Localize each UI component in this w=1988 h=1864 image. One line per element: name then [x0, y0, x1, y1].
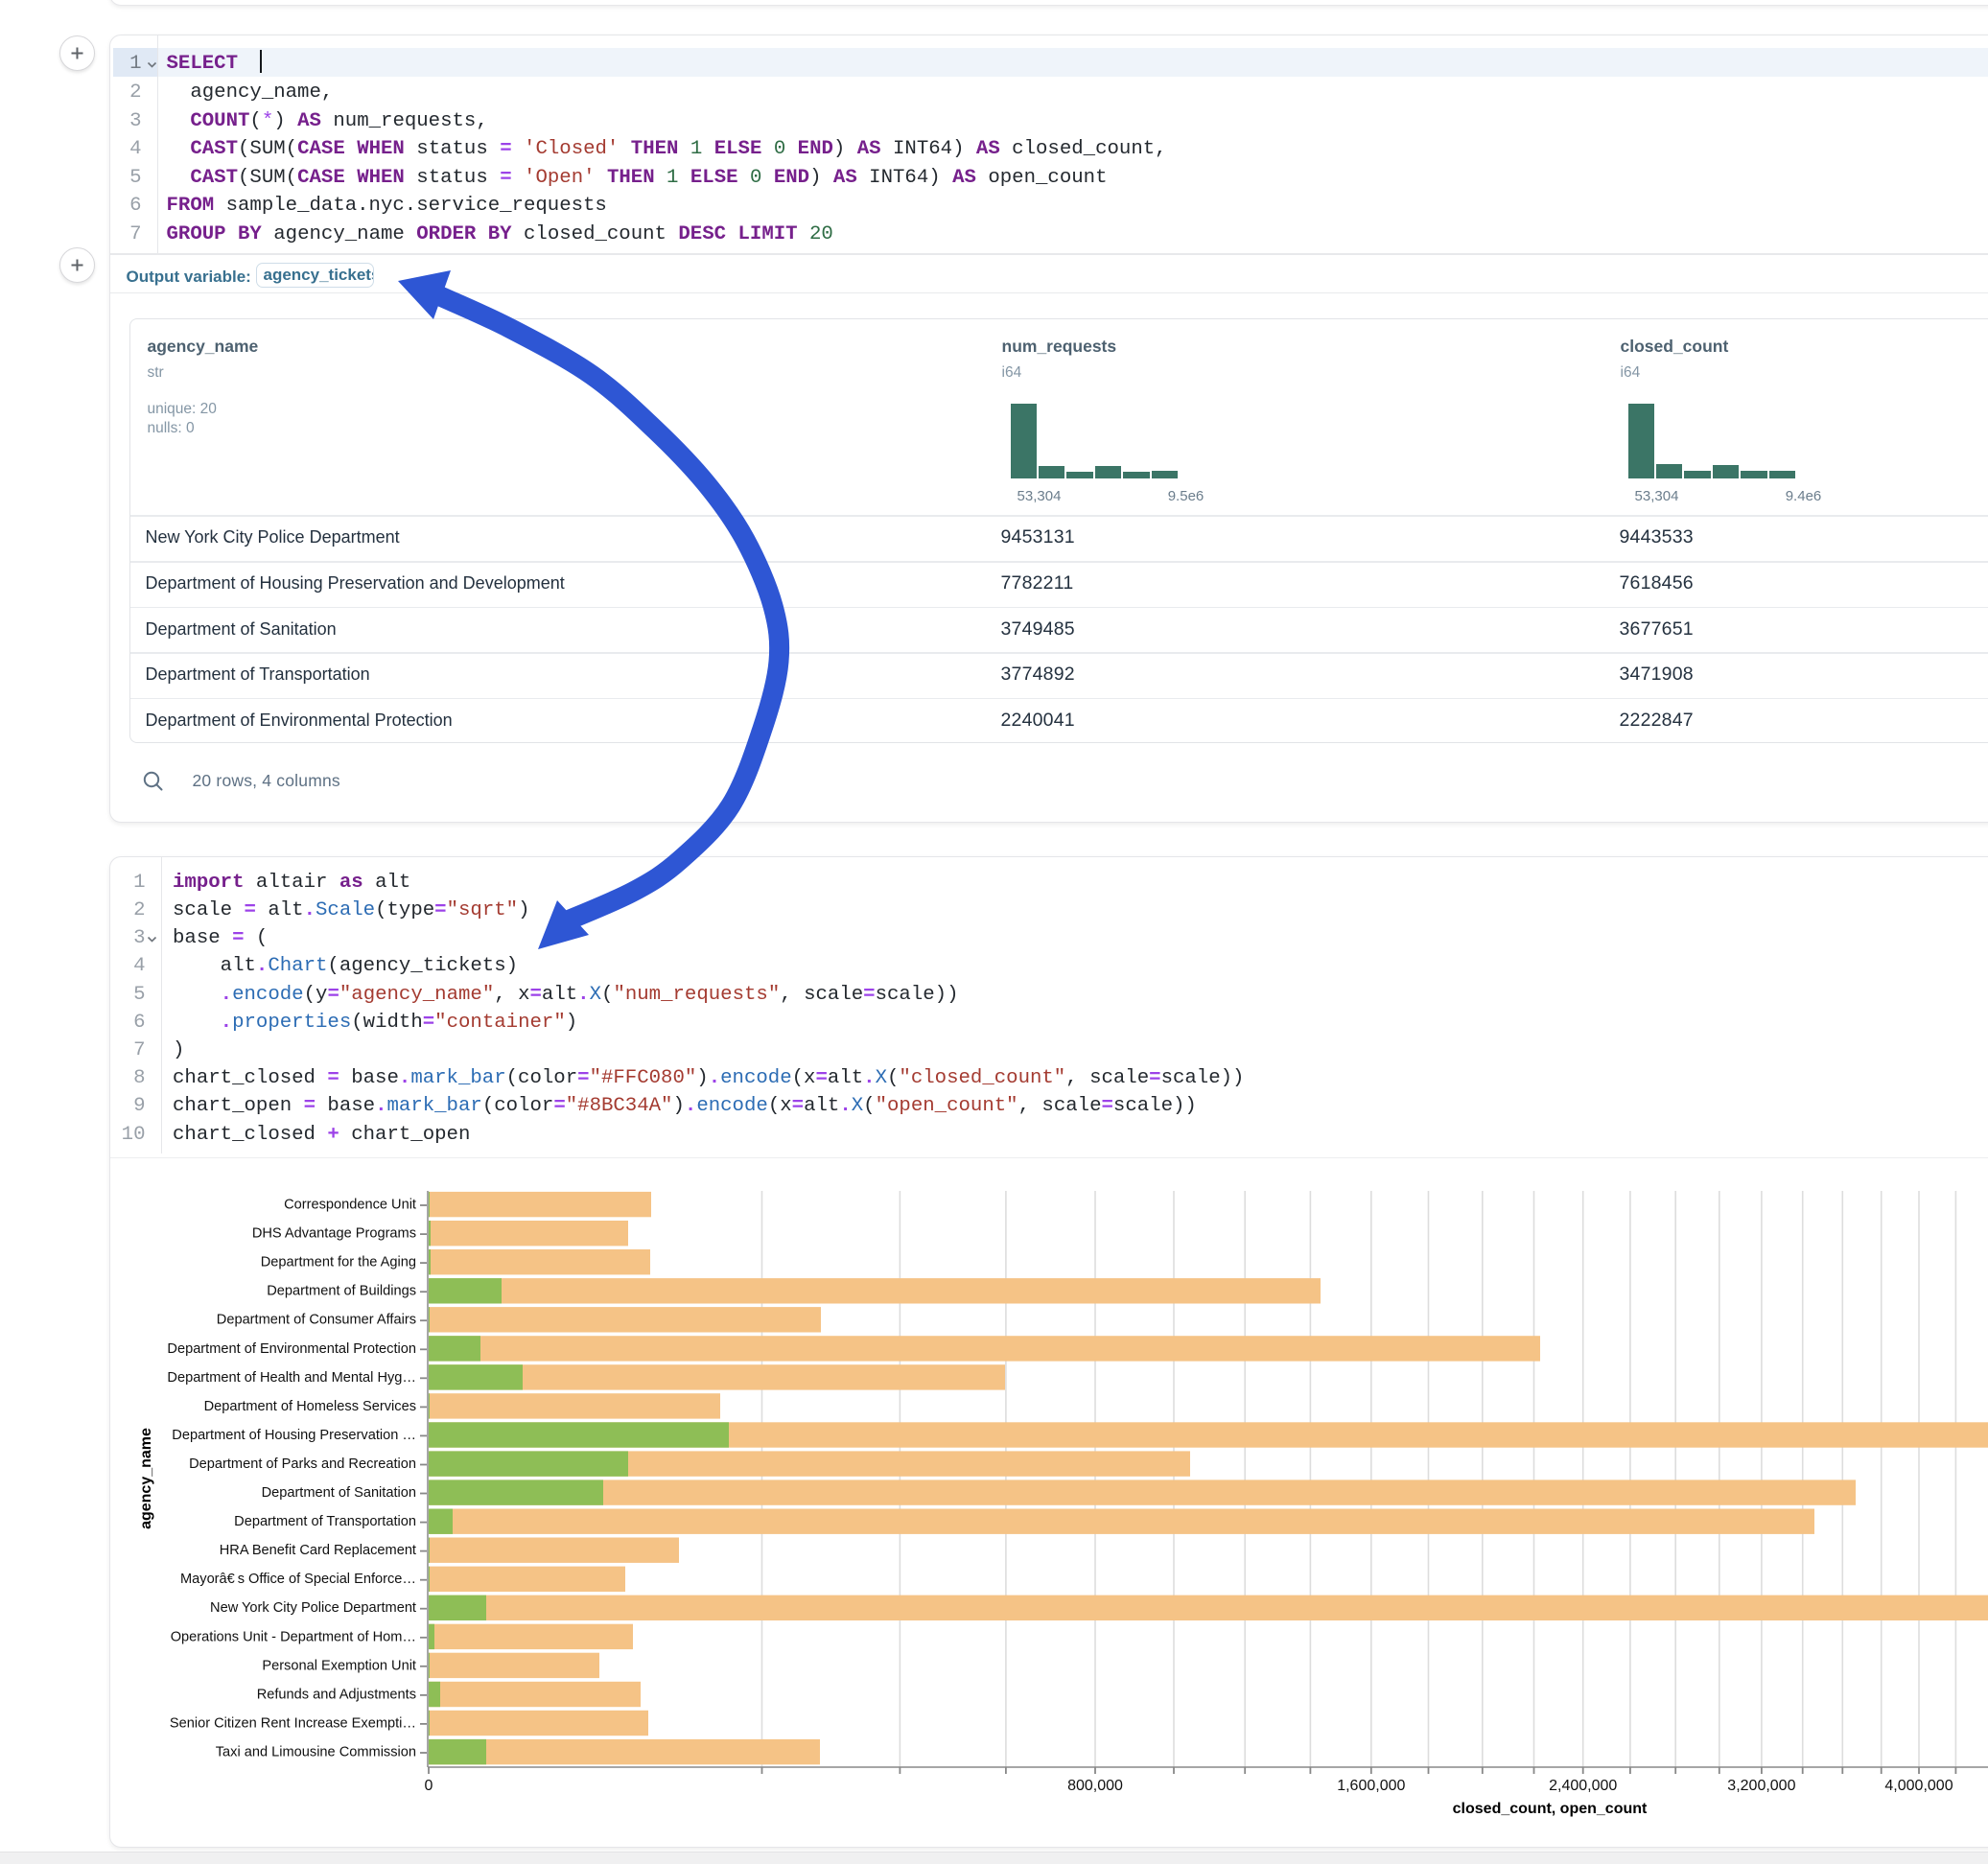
svg-text:Taxi and Limousine Commission: Taxi and Limousine Commission — [216, 1745, 416, 1760]
svg-text:Correspondence Unit: Correspondence Unit — [284, 1198, 416, 1213]
svg-text:Department of Buildings: Department of Buildings — [267, 1284, 416, 1299]
svg-text:agency_name: agency_name — [138, 1428, 154, 1529]
svg-text:Operations Unit - Department o: Operations Unit - Department of Hom… — [171, 1629, 416, 1644]
svg-text:Personal Exemption Unit: Personal Exemption Unit — [262, 1658, 416, 1673]
svg-text:Mayorâ€ s Office of Special En: Mayorâ€ s Office of Special Enforce… — [180, 1572, 416, 1587]
svg-text:New York City Police Departmen: New York City Police Department — [210, 1600, 416, 1616]
svg-text:Department for the Aging: Department for the Aging — [261, 1255, 416, 1270]
svg-text:Department of Homeless Service: Department of Homeless Services — [204, 1399, 416, 1414]
svg-text:Refunds and Adjustments: Refunds and Adjustments — [257, 1687, 416, 1702]
svg-text:Department of Environmental Pr: Department of Environmental Protection — [167, 1341, 416, 1357]
svg-text:Department of Parks and Recrea: Department of Parks and Recreation — [189, 1456, 416, 1472]
svg-text:4,000,000: 4,000,000 — [1884, 1778, 1953, 1794]
svg-text:Department of Housing Preserva: Department of Housing Preservation … — [172, 1428, 416, 1443]
svg-text:Department of Consumer Affairs: Department of Consumer Affairs — [217, 1313, 416, 1328]
svg-text:Department of Health and Menta: Department of Health and Mental Hyg… — [167, 1370, 416, 1386]
svg-text:0: 0 — [425, 1778, 433, 1794]
svg-text:DHS Advantage Programs: DHS Advantage Programs — [252, 1226, 416, 1242]
svg-text:1,600,000: 1,600,000 — [1337, 1778, 1405, 1794]
svg-text:3,200,000: 3,200,000 — [1727, 1778, 1795, 1794]
svg-text:Senior Citizen Rent Increase E: Senior Citizen Rent Increase Exempti… — [170, 1715, 416, 1731]
svg-text:2,400,000: 2,400,000 — [1549, 1778, 1617, 1794]
svg-text:800,000: 800,000 — [1067, 1778, 1123, 1794]
svg-text:closed_count, open_count: closed_count, open_count — [1453, 1801, 1648, 1817]
svg-text:HRA Benefit Card Replacement: HRA Benefit Card Replacement — [220, 1543, 416, 1558]
svg-text:Department of Transportation: Department of Transportation — [234, 1514, 416, 1529]
svg-text:Department of Sanitation: Department of Sanitation — [262, 1485, 416, 1501]
